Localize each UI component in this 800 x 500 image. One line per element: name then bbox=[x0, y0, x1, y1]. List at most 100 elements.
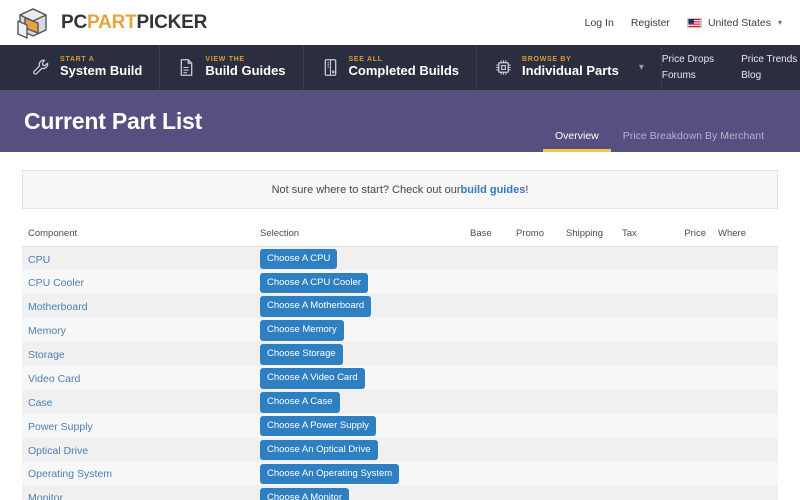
choose-button[interactable]: Choose A Power Supply bbox=[260, 415, 376, 437]
cell-shipping bbox=[560, 366, 616, 390]
cell-price bbox=[664, 342, 706, 366]
table-row: Power Supply Choose A Power Supply bbox=[22, 413, 778, 438]
log-in-link[interactable]: Log In bbox=[585, 17, 614, 29]
nav-item-system-build[interactable]: START A System Build bbox=[22, 45, 161, 90]
cell-component: Power Supply bbox=[22, 414, 254, 438]
cell-shipping bbox=[560, 247, 616, 271]
main-nav: START A System Build VIEW THE Build Guid… bbox=[0, 45, 800, 90]
component-link[interactable]: Case bbox=[28, 397, 53, 409]
table-header: Component Selection Base Promo Shipping … bbox=[22, 228, 778, 247]
cell-where bbox=[706, 390, 778, 414]
choose-button[interactable]: Choose A CPU Cooler bbox=[260, 272, 368, 294]
nav-eyebrow: BROWSE BY bbox=[522, 56, 572, 64]
cell-selection: Choose An Optical Drive bbox=[254, 438, 464, 462]
choose-button[interactable]: Choose An Optical Drive bbox=[260, 439, 378, 461]
cell-shipping bbox=[560, 390, 616, 414]
cell-tax bbox=[616, 342, 664, 366]
register-link[interactable]: Register bbox=[631, 17, 670, 29]
top-bar: PCPARTPICKER Log In Register United Stat… bbox=[0, 0, 800, 45]
choose-button[interactable]: Choose A Motherboard bbox=[260, 296, 372, 317]
nav-label: Build Guides bbox=[205, 63, 286, 79]
choose-button[interactable]: Choose An Operating System bbox=[260, 463, 400, 485]
nav-item-completed-builds[interactable]: SEE ALL Completed Builds bbox=[304, 45, 478, 90]
component-link[interactable]: Video Card bbox=[28, 373, 80, 385]
cell-base bbox=[464, 414, 510, 438]
nav-link-blog[interactable]: Blog bbox=[741, 70, 797, 81]
nav-item-individual-parts[interactable]: BROWSE BY Individual Parts ▾ bbox=[477, 45, 662, 90]
cell-where bbox=[706, 342, 778, 366]
choose-button[interactable]: Choose Memory bbox=[260, 320, 344, 341]
column-header-where: Where bbox=[706, 228, 778, 247]
cell-tax bbox=[616, 485, 664, 500]
choose-button[interactable]: Choose A Monitor bbox=[260, 487, 349, 500]
build-guides-link[interactable]: build guides bbox=[461, 184, 526, 196]
cell-shipping bbox=[560, 438, 616, 462]
cell-selection: Choose A CPU Cooler bbox=[254, 270, 464, 294]
cell-where bbox=[706, 438, 778, 462]
component-link[interactable]: Memory bbox=[28, 325, 66, 337]
cell-base bbox=[464, 270, 510, 294]
nav-label: System Build bbox=[60, 63, 143, 79]
cell-where bbox=[706, 462, 778, 486]
nav-right: Price Drops Price Trends Forums Blog bbox=[662, 45, 800, 90]
brand-picker: PICKER bbox=[136, 11, 208, 33]
page-header: Current Part List Overview Price Breakdo… bbox=[0, 90, 800, 152]
cell-base bbox=[464, 318, 510, 342]
cell-promo bbox=[510, 294, 560, 318]
cell-base bbox=[464, 366, 510, 390]
country-label: United States bbox=[707, 16, 771, 29]
cell-component: Motherboard bbox=[22, 294, 254, 318]
pc-case-icon bbox=[324, 59, 336, 76]
component-link[interactable]: Optical Drive bbox=[28, 445, 88, 457]
table-row: Motherboard Choose A Motherboard bbox=[22, 294, 778, 319]
tab-overview[interactable]: Overview bbox=[543, 125, 611, 152]
chevron-down-icon: ▾ bbox=[777, 18, 782, 27]
nav-item-build-guides[interactable]: VIEW THE Build Guides bbox=[160, 45, 304, 90]
choose-button[interactable]: Choose Storage bbox=[260, 344, 343, 365]
cell-price bbox=[664, 366, 706, 390]
cell-price bbox=[664, 438, 706, 462]
cell-tax bbox=[616, 390, 664, 414]
component-link[interactable]: CPU bbox=[28, 254, 50, 266]
cell-shipping bbox=[560, 270, 616, 294]
choose-button[interactable]: Choose A Case bbox=[260, 392, 340, 413]
nav-eyebrow: SEE ALL bbox=[348, 56, 383, 64]
cell-price bbox=[664, 485, 706, 500]
component-link[interactable]: Operating System bbox=[28, 468, 112, 480]
choose-button[interactable]: Choose A Video Card bbox=[260, 368, 365, 389]
nav-label: Completed Builds bbox=[348, 63, 460, 79]
cell-tax bbox=[616, 414, 664, 438]
choose-button[interactable]: Choose A CPU bbox=[260, 248, 338, 270]
component-link[interactable]: Power Supply bbox=[28, 421, 93, 433]
cell-promo bbox=[510, 485, 560, 500]
notice-text-before: Not sure where to start? Check out our bbox=[271, 183, 461, 196]
column-header-selection: Selection bbox=[254, 228, 464, 247]
table-row: CPU Choose A CPU bbox=[22, 246, 778, 271]
cell-shipping bbox=[560, 414, 616, 438]
cell-price bbox=[664, 247, 706, 271]
site-logo[interactable]: PCPARTPICKER bbox=[16, 7, 207, 39]
tab-price-breakdown-by-merchant[interactable]: Price Breakdown By Merchant bbox=[611, 125, 776, 152]
cell-price bbox=[664, 462, 706, 486]
brand-wordmark: PCPARTPICKER bbox=[61, 12, 207, 34]
cell-price bbox=[664, 414, 706, 438]
cell-tax bbox=[616, 462, 664, 486]
component-link[interactable]: Motherboard bbox=[28, 301, 88, 313]
nav-link-price-trends[interactable]: Price Trends bbox=[741, 54, 797, 65]
table-body: CPU Choose A CPU CPU Cooler Choose A CPU Co… bbox=[22, 246, 778, 500]
wrench-icon bbox=[33, 59, 49, 75]
chevron-down-icon[interactable]: ▾ bbox=[639, 62, 644, 73]
cell-promo bbox=[510, 270, 560, 294]
component-link[interactable]: Storage bbox=[28, 349, 65, 361]
document-icon bbox=[181, 59, 193, 76]
cell-shipping bbox=[560, 462, 616, 486]
country-selector[interactable]: United States ▾ bbox=[686, 16, 782, 29]
cell-price bbox=[664, 390, 706, 414]
cell-promo bbox=[510, 390, 560, 414]
notice-text-after: ! bbox=[525, 183, 529, 196]
cell-where bbox=[706, 414, 778, 438]
nav-link-price-drops[interactable]: Price Drops bbox=[662, 54, 714, 65]
nav-link-forums[interactable]: Forums bbox=[662, 70, 714, 81]
component-link[interactable]: CPU Cooler bbox=[28, 277, 84, 289]
component-link[interactable]: Monitor bbox=[28, 492, 63, 500]
